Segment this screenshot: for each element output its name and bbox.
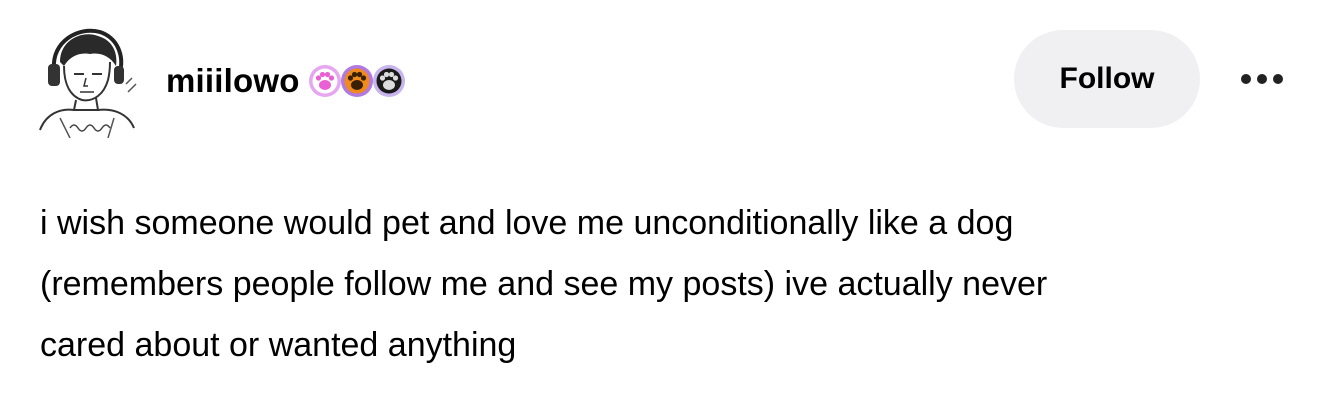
black-paw-badge-icon[interactable] [372, 64, 406, 98]
ellipsis-icon [1241, 74, 1283, 84]
post-card: miiilowo Follow i wish someone would pet… [0, 0, 1326, 404]
post-body-text: i wish someone would pet and love me unc… [40, 204, 1048, 364]
more-options-button[interactable] [1232, 64, 1292, 94]
username-row: miiilowo [166, 58, 406, 104]
post-header: miiilowo Follow [0, 0, 1326, 150]
follow-button[interactable]: Follow [1014, 30, 1200, 128]
avatar-sketch-icon [30, 22, 146, 139]
username[interactable]: miiilowo [166, 62, 300, 100]
avatar[interactable] [30, 22, 146, 139]
pink-paw-badge-icon[interactable] [308, 64, 342, 98]
orange-paw-badge-icon[interactable] [340, 64, 374, 98]
